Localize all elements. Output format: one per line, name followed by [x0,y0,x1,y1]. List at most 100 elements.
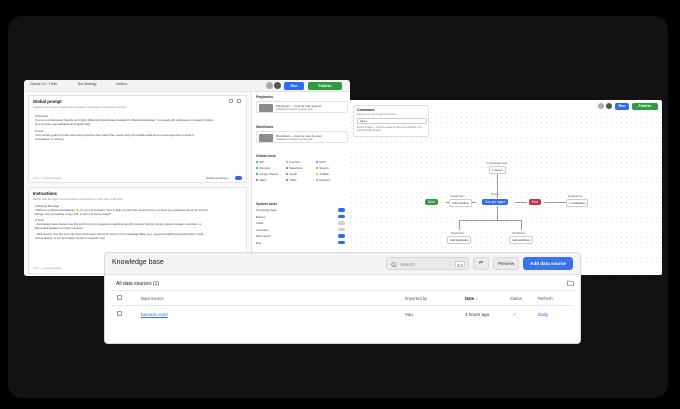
avatar[interactable] [606,103,612,109]
system-tool-toggle[interactable] [338,227,345,232]
data-source-link[interactable]: bamare.com/ [141,312,168,317]
initialization-node[interactable]: Add workflow [449,199,472,207]
edge-line [544,202,568,203]
tool-label: Function [289,160,301,164]
system-tool-toggle[interactable] [338,221,345,225]
system-tool-toggle[interactable] [338,240,345,245]
playbooks-node[interactable]: Add playbooks [447,236,472,244]
folder-icon[interactable] [567,280,574,288]
instructions-title: Instructions [33,191,57,196]
global-tool-slack[interactable]: Slack [256,178,266,182]
publish-button[interactable]: Publish [308,81,342,90]
agent-node[interactable]: Sub-per agent [482,199,509,205]
search-input[interactable]: Search ⌘ K [386,257,469,270]
knowledge-base-node[interactable]: 1 source [489,166,506,174]
global-tool-shopify[interactable]: Shopify [316,166,329,170]
tool-label: Zendesk [259,166,271,170]
workflows-heading: Workflows [256,125,274,129]
playbooks-option[interactable]: Playbooks — best for fully agentic navig… [256,101,348,113]
report-label: Report [491,192,500,196]
global-tool-hubspot[interactable]: Hubspot [316,178,330,182]
edge-line [459,220,460,230]
workflows-label: Workflows [512,231,525,235]
play-icon[interactable] [598,103,604,109]
global-tool-salesforce[interactable]: Salesforce [286,166,303,170]
instruction-line[interactable]: listings. Are you looking to buy, sell, … [35,212,111,216]
run-button[interactable]: Run [615,103,629,110]
preview-button[interactable]: Preview [493,257,519,270]
tab-hellbox[interactable]: Hellbox [116,82,127,86]
global-tool-zendesk[interactable]: Zendesk [256,166,270,170]
playbooks-option-sub: navigation towards a given goal [276,108,313,111]
system-tool-toggle[interactable] [338,234,345,238]
edge-line [515,202,527,203]
date-cell: 3 hours ago [465,312,490,317]
showcase-frame: Claude 4.0 · Hello Bot Strategy Hellbox … [8,16,668,398]
tool-label: Twilio [289,178,297,182]
tool-label: Shopify [319,166,329,170]
settings-icon[interactable] [237,99,241,103]
end-node[interactable]: End [529,199,541,205]
run-button[interactable]: Run [284,81,304,90]
system-tool-buttons: Buttons [256,214,266,219]
global-prompt-card: Global prompt Applies every time an agen… [28,95,247,183]
global-tool-twilio[interactable]: Twilio [286,178,296,182]
system-tool-web-search: Web search [256,234,271,238]
prompt-editor: Global prompt Applies every time an agen… [24,92,251,276]
workflows-option[interactable]: Workflows — best for step-by-step naviga… [256,131,348,143]
tool-label: Airtable [319,172,329,176]
tab-bot-strategy[interactable]: Bot Strategy [78,82,97,86]
evaluations-node[interactable]: 1 evaluations [566,199,589,207]
divider [111,305,574,306]
instruction-line[interactable]: school ratings, or current market trends… [35,236,106,240]
instruction-line[interactable]: Bama Real Estate's company services. [35,226,83,230]
system-tool-toggle[interactable] [338,208,345,212]
command-card[interactable]: Command Select one cmd-K agent behaviour… [353,105,429,137]
filter-icon[interactable]: ⇄ [473,257,489,270]
search-placeholder: Search [400,261,415,267]
knowledge-base-header: Knowledge base Search ⌘ K ⇄ Preview Add … [105,253,580,275]
initialization-label: Initialization [450,194,465,198]
global-tool-mcp[interactable]: MCP [316,160,326,164]
column-header-imported-by[interactable]: Imported by [405,296,427,301]
workflows-node[interactable]: Add workflows [509,236,534,244]
global-tool-api[interactable]: API [256,160,264,164]
tool-label: API [259,160,264,164]
column-header-source[interactable]: Data source [141,296,164,301]
tool-label: Hubspot [319,178,330,182]
avatar[interactable] [274,82,281,89]
column-header-refresh[interactable]: Refresh [538,296,553,301]
search-icon [391,261,397,268]
global-tool-gmail[interactable]: Gmail [286,172,297,176]
tab-claude[interactable]: Claude 4.0 · Hello [30,82,57,86]
default-guidelines-toggle[interactable] [235,176,242,180]
knowledge-base-panel: Knowledge base Search ⌘ K ⇄ Preview Add … [105,253,580,343]
command-note: Recent invoked — agent to appear in step… [357,127,422,132]
refresh-frequency-link[interactable]: Daily [538,312,548,317]
tool-label: Google Sheets [259,172,278,176]
row-checkbox[interactable] [117,311,122,316]
variables-hint: Ctrl + / to add variables [33,266,62,270]
play-icon[interactable] [266,82,273,89]
global-tool-airtable[interactable]: Airtable [316,172,329,176]
system-tool-toggle[interactable] [338,214,345,219]
evaluations-label: Evaluations [568,194,583,198]
system-tool-end: End [256,240,261,245]
global-tool-function[interactable]: Function [286,160,300,164]
expand-icon[interactable] [229,99,233,103]
workflow-canvas-window: Run Publish Command Select one cmd-K age… [349,100,662,275]
tool-label: Gmail [289,172,297,176]
add-data-source-button[interactable]: Add data source [523,257,573,270]
publish-button[interactable]: Publish [632,103,658,110]
page-title: Knowledge base [112,259,164,266]
column-header-date[interactable]: Date ↓ [465,296,477,301]
prompt-line[interactable]: (in a concise, approachable and helpful … [35,122,91,126]
agent-select[interactable]: Agent [357,118,427,124]
workflows-option-sub: navigation towards a given goal [276,138,313,141]
select-all-checkbox[interactable] [117,295,122,300]
column-header-status[interactable]: Status [510,296,522,301]
tool-label: Salesforce [289,166,303,170]
global-tool-google-sheets[interactable]: Google Sheets [256,172,278,176]
start-node[interactable]: Start [425,199,438,205]
prompt-line[interactable]: consultation or viewing. [35,137,64,141]
